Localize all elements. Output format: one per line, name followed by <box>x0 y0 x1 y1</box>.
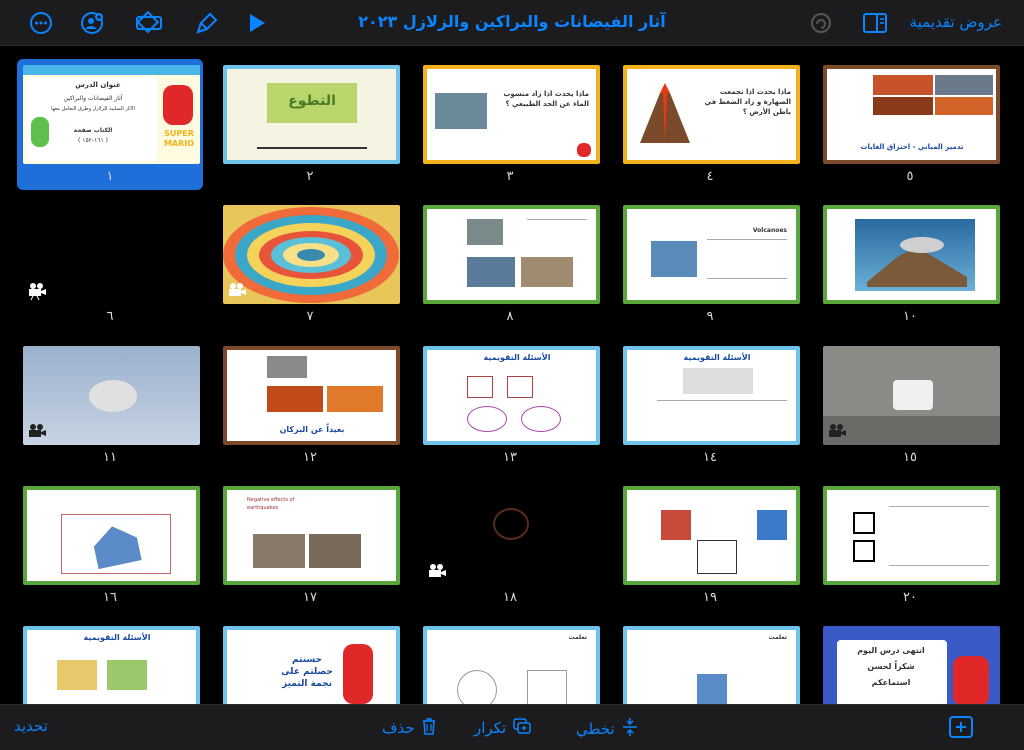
slide-2[interactable]: التطوع ٢ <box>217 59 403 190</box>
more-icon[interactable] <box>26 9 56 37</box>
slide-12[interactable]: بعيداً عن البركان ١٢ <box>217 340 403 471</box>
slide-thumbnail: ماذا يحدث اذا تجمعت الصهارة و زاد الضغط … <box>623 65 800 164</box>
slide-thumbnail <box>223 205 400 304</box>
slide-thumbnail: تعلمت <box>623 626 800 704</box>
slide-thumbnail: انتهى درس اليوم شكراً لحسن استماعكم <box>823 626 1000 704</box>
duplicate-icon <box>512 717 532 739</box>
collaborate-icon[interactable] <box>77 9 107 37</box>
slide-thumbnail <box>423 205 600 304</box>
document-title[interactable]: آثار الفيضانات والبراكين والزلازل ٢٠٢٣ <box>300 12 724 31</box>
slide-5[interactable]: تدمير المباني - احتراق الغابات ٥ <box>817 59 1003 190</box>
slide-1[interactable]: عنوان الدرس آثار الفيضانات والبراكين الآ… <box>17 59 203 190</box>
video-camera-icon <box>829 424 846 437</box>
slide-thumbnail <box>823 486 1000 585</box>
slide-thumbnail <box>823 205 1000 304</box>
edit-button[interactable]: تحديد <box>14 717 48 735</box>
slide-thumbnail: Negative effects of earthquakes <box>223 486 400 585</box>
slide-thumbnail <box>23 346 200 445</box>
slide-thumbnail: الأسئلة التقويمية <box>23 626 200 704</box>
redo-icon[interactable] <box>806 9 836 37</box>
play-icon[interactable] <box>242 9 272 37</box>
slide-thumbnail: حسنتم حصلتم على نجمة التميز <box>223 626 400 704</box>
slide-9[interactable]: Volcanoes ٩ <box>617 199 803 330</box>
slide-thumbnail <box>823 346 1000 445</box>
slide-13[interactable]: الأسئلة التقويمية ١٣ <box>417 340 603 471</box>
slide-11[interactable]: ١١ <box>17 340 203 471</box>
top-toolbar: آثار الفيضانات والبراكين والزلازل ٢٠٢٣ ع… <box>0 0 1024 46</box>
animate-icon[interactable] <box>134 9 164 37</box>
slide-20[interactable]: ٢٠ <box>817 480 1003 611</box>
slide-thumbnail: الأسئلة التقويمية <box>423 346 600 445</box>
slide-4[interactable]: ماذا يحدث اذا تجمعت الصهارة و زاد الضغط … <box>617 59 803 190</box>
slide-7[interactable]: ٧ <box>217 199 403 330</box>
slide-thumbnail: عنوان الدرس آثار الفيضانات والبراكين الآ… <box>23 65 200 164</box>
slide-16[interactable]: ١٦ <box>17 480 203 611</box>
slide-24[interactable]: تعلمت <box>617 620 803 704</box>
bottom-toolbar: تحديد حذف تكرار تخطي <box>0 704 1024 750</box>
video-camera-icon <box>29 424 46 437</box>
slide-thumbnail: Volcanoes <box>623 205 800 304</box>
video-camera-icon <box>29 283 46 300</box>
slide-10[interactable]: ١٠ <box>817 199 1003 330</box>
slide-thumbnail: التطوع <box>223 65 400 164</box>
delete-button[interactable]: حذف <box>382 717 437 739</box>
trash-icon <box>421 717 437 739</box>
slide-21[interactable]: الأسئلة التقويمية <box>17 620 203 704</box>
slide-thumbnail: الأسئلة التقويمية <box>623 346 800 445</box>
slide-thumbnail <box>23 205 200 304</box>
presentations-button[interactable]: عروض تقديمية <box>910 13 1002 31</box>
video-camera-icon <box>429 564 446 577</box>
format-icon[interactable] <box>192 9 222 37</box>
slide-25[interactable]: انتهى درس اليوم شكراً لحسن استماعكم <box>817 620 1003 704</box>
slide-thumbnail <box>423 486 600 585</box>
video-camera-icon <box>229 283 246 296</box>
add-slide-icon <box>948 715 974 743</box>
sidebar-icon[interactable] <box>860 9 890 37</box>
duplicate-button[interactable]: تكرار <box>474 717 532 739</box>
skip-button[interactable]: تخطي <box>576 717 639 741</box>
slide-thumbnail <box>23 486 200 585</box>
slide-thumbnail: بعيداً عن البركان <box>223 346 400 445</box>
slide-18[interactable]: ١٨ <box>417 480 603 611</box>
slide-thumbnail: تدمير المباني - احتراق الغابات <box>823 65 1000 164</box>
slide-3[interactable]: ماذا يحدث اذا زاد منسوب الماء عن الحد ال… <box>417 59 603 190</box>
slide-thumbnail: تعلمت <box>423 626 600 704</box>
slide-22[interactable]: حسنتم حصلتم على نجمة التميز <box>217 620 403 704</box>
skip-icon <box>621 717 639 741</box>
slide-19[interactable]: ١٩ <box>617 480 803 611</box>
slide-14[interactable]: الأسئلة التقويمية ١٤ <box>617 340 803 471</box>
slide-17[interactable]: Negative effects of earthquakes ١٧ <box>217 480 403 611</box>
slide-thumbnail <box>623 486 800 585</box>
slide-8[interactable]: ٨ <box>417 199 603 330</box>
slide-6[interactable]: ٦ <box>17 199 203 330</box>
slide-15[interactable]: ١٥ <box>817 340 1003 471</box>
slide-grid: عنوان الدرس آثار الفيضانات والبراكين الآ… <box>0 46 1024 704</box>
slide-23[interactable]: تعلمت <box>417 620 603 704</box>
add-slide-button[interactable] <box>948 715 974 743</box>
slide-thumbnail: ماذا يحدث اذا زاد منسوب الماء عن الحد ال… <box>423 65 600 164</box>
